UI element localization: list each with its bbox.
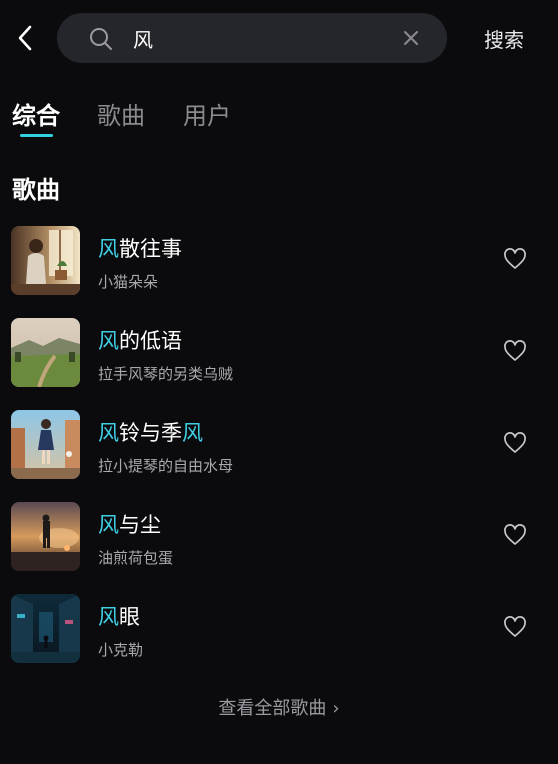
search-box[interactable] xyxy=(57,13,447,63)
view-all-label: 查看全部歌曲 xyxy=(218,698,327,719)
search-button[interactable]: 搜索 xyxy=(484,24,524,53)
song-title: 风眼 xyxy=(98,605,140,629)
tab-users[interactable]: 用户 xyxy=(183,96,231,131)
view-all-songs-link[interactable]: 查看全部歌曲 › xyxy=(0,694,558,720)
song-artist: 拉手风琴的另类乌贼 xyxy=(98,365,234,383)
list-item[interactable]: 风铃与季风 拉小提琴的自由水母 xyxy=(0,409,558,501)
song-artist: 油煎荷包蛋 xyxy=(98,549,174,567)
close-icon[interactable] xyxy=(403,30,419,46)
active-tab-indicator xyxy=(20,134,53,137)
song-title: 风铃与季风 xyxy=(98,421,203,445)
heart-icon[interactable] xyxy=(503,248,527,270)
heart-icon[interactable] xyxy=(503,432,527,454)
song-artist: 小克勒 xyxy=(98,641,144,659)
search-input[interactable] xyxy=(133,21,383,55)
song-list: 风散往事 小猫朵朵 风的低语 拉手风琴的另类乌贼 风铃与季风 拉小提琴的自由水母… xyxy=(0,225,558,685)
heart-icon[interactable] xyxy=(503,616,527,638)
album-cover xyxy=(11,318,80,387)
song-artist: 拉小提琴的自由水母 xyxy=(98,457,234,475)
back-button[interactable] xyxy=(10,22,40,54)
chevron-right-icon: › xyxy=(332,698,340,719)
heart-icon[interactable] xyxy=(503,340,527,362)
chevron-left-icon xyxy=(18,25,32,51)
song-title: 风的低语 xyxy=(98,329,182,353)
album-cover xyxy=(11,502,80,571)
song-artist: 小猫朵朵 xyxy=(98,273,159,291)
section-title: 歌曲 xyxy=(12,176,60,204)
tab-bar: 综合 歌曲 用户 xyxy=(0,96,558,140)
search-icon xyxy=(90,28,112,50)
list-item[interactable]: 风的低语 拉手风琴的另类乌贼 xyxy=(0,317,558,409)
list-item[interactable]: 风散往事 小猫朵朵 xyxy=(0,225,558,317)
list-item[interactable]: 风与尘 油煎荷包蛋 xyxy=(0,501,558,593)
tab-songs[interactable]: 歌曲 xyxy=(97,96,145,131)
album-cover xyxy=(11,226,80,295)
album-cover xyxy=(11,594,80,663)
song-title: 风散往事 xyxy=(98,237,182,261)
song-title: 风与尘 xyxy=(98,513,161,537)
tab-all[interactable]: 综合 xyxy=(12,96,60,131)
top-bar: 搜索 xyxy=(0,0,558,76)
heart-icon[interactable] xyxy=(503,524,527,546)
list-item[interactable]: 风眼 小克勒 xyxy=(0,593,558,685)
album-cover xyxy=(11,410,80,479)
